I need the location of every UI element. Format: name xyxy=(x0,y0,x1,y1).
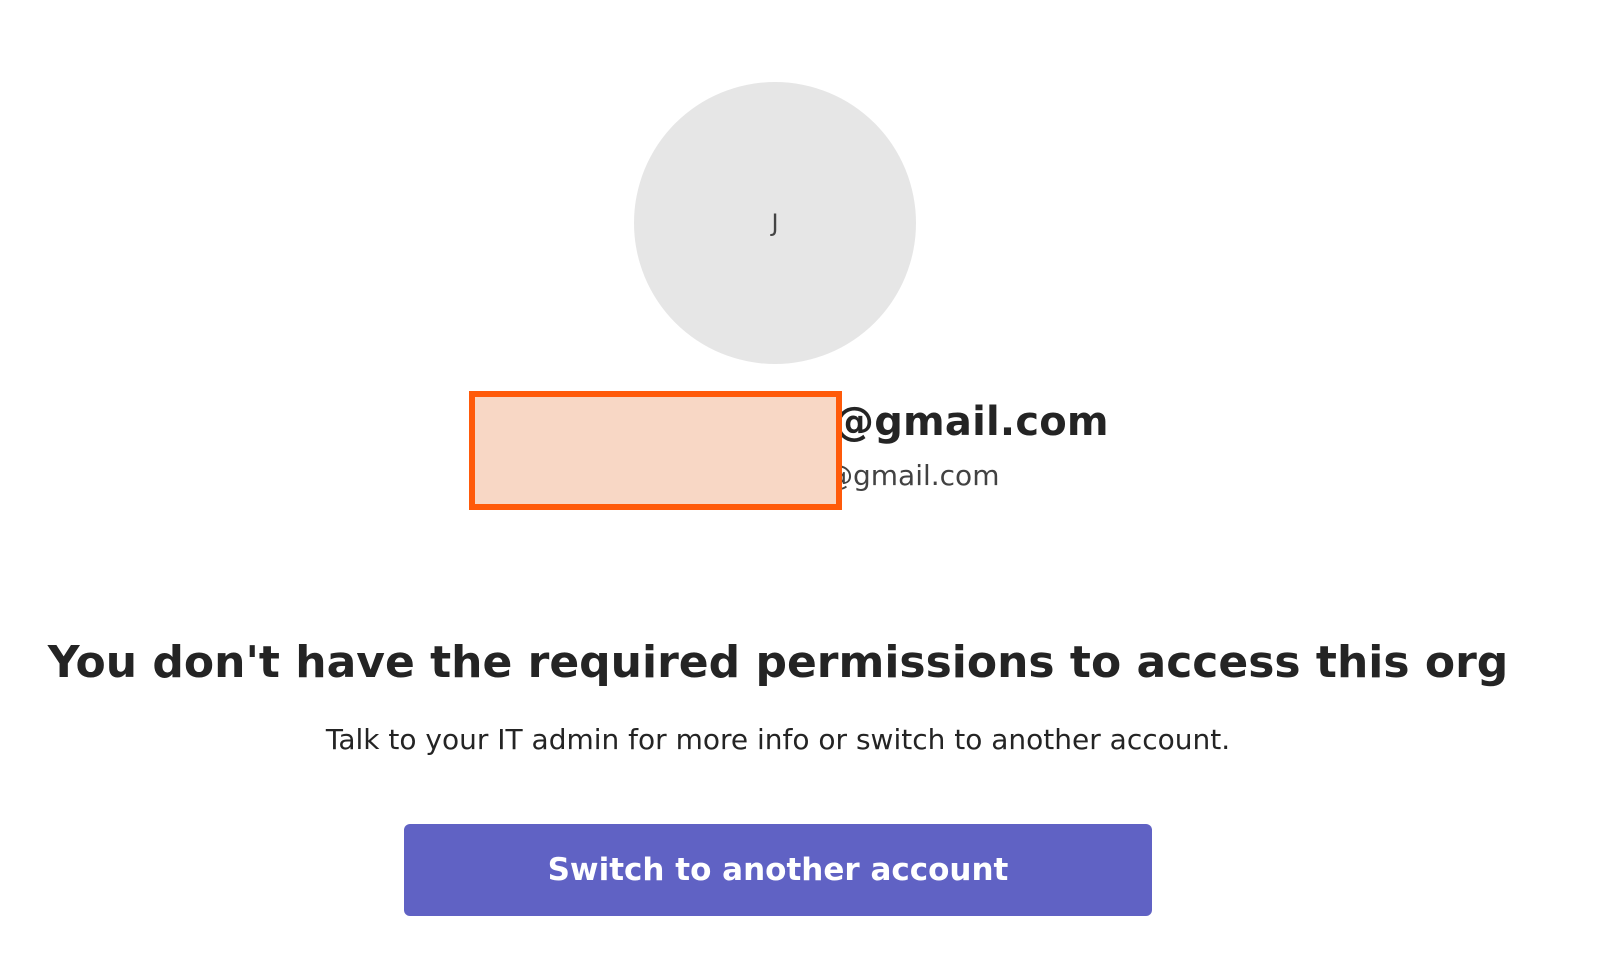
avatar: J xyxy=(634,82,916,364)
page-title: You don't have the required permissions … xyxy=(47,637,1509,688)
page-subtitle: Talk to your IT admin for more info or s… xyxy=(325,723,1231,756)
account-email-secondary: @gmail.com xyxy=(825,459,1000,492)
avatar-initial: J xyxy=(771,209,779,237)
redaction-box xyxy=(469,391,842,510)
permission-error-page: J @gmail.com @gmail.com You don't have t… xyxy=(0,0,1605,960)
account-email-primary: @gmail.com xyxy=(834,399,1109,445)
switch-account-button[interactable]: Switch to another account xyxy=(404,824,1152,916)
